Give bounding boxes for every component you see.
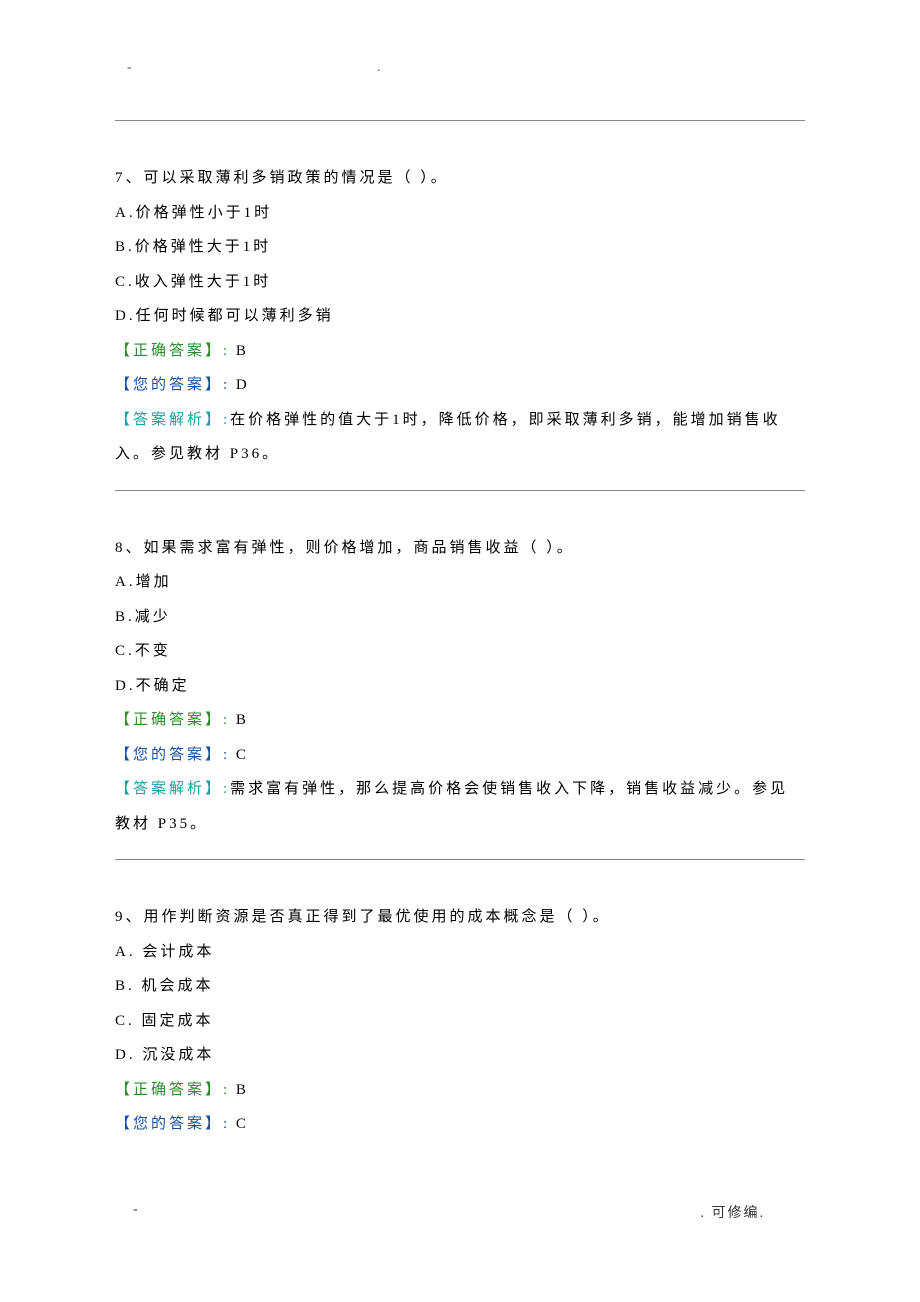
option-a: A.价格弹性小于1时 <box>115 196 805 231</box>
question-text: 用作判断资源是否真正得到了最优使用的成本概念是（ ）。 <box>144 909 611 925</box>
option-d: D.不确定 <box>115 669 805 704</box>
your-answer-label: 【您的答案】: <box>115 377 230 393</box>
analysis-line: 【答案解析】:在价格弹性的值大于1时，降低价格，即采取薄利多销，能增加销售收入。… <box>115 403 805 472</box>
question-block: 8、如果需求富有弹性，则价格增加，商品销售收益（ ）。 A.增加 B.减少 C.… <box>115 531 805 842</box>
your-answer-value: C <box>230 1116 248 1132</box>
question-stem: 7、可以采取薄利多销政策的情况是（ ）。 <box>115 161 805 196</box>
correct-answer-label: 【正确答案】: <box>115 343 230 359</box>
your-answer-value: D <box>230 377 249 393</box>
correct-answer-label: 【正确答案】: <box>115 1082 230 1098</box>
question-block: 9、用作判断资源是否真正得到了最优使用的成本概念是（ ）。 A. 会计成本 B.… <box>115 900 805 1142</box>
top-dash-mark: - <box>127 60 132 76</box>
option-b: B.价格弹性大于1时 <box>115 230 805 265</box>
option-d: D. 沉没成本 <box>115 1038 805 1073</box>
question-number: 8、 <box>115 540 144 556</box>
option-a: A. 会计成本 <box>115 935 805 970</box>
document-page: - . 7、可以采取薄利多销政策的情况是（ ）。 A.价格弹性小于1时 B.价格… <box>0 0 920 1266</box>
top-dot-mark: . <box>377 60 381 76</box>
your-answer-line: 【您的答案】: C <box>115 738 805 773</box>
footer-dash-mark: - <box>133 1202 138 1218</box>
analysis-line: 【答案解析】:需求富有弹性，那么提高价格会使销售收入下降，销售收益减少。参见教材… <box>115 772 805 841</box>
analysis-label: 【答案解析】: <box>115 781 230 797</box>
correct-answer-value: B <box>230 712 248 728</box>
your-answer-value: C <box>230 747 248 763</box>
page-footer: - . 可修编. <box>115 1202 805 1226</box>
question-block: 7、可以采取薄利多销政策的情况是（ ）。 A.价格弹性小于1时 B.价格弹性大于… <box>115 161 805 472</box>
correct-answer-line: 【正确答案】: B <box>115 1073 805 1108</box>
top-marks: - . <box>115 60 805 80</box>
question-stem: 9、用作判断资源是否真正得到了最优使用的成本概念是（ ）。 <box>115 900 805 935</box>
option-c: C. 固定成本 <box>115 1004 805 1039</box>
option-c: C.收入弹性大于1时 <box>115 265 805 300</box>
footer-editable-text: . 可修编. <box>701 1202 766 1222</box>
correct-answer-value: B <box>230 343 248 359</box>
correct-answer-value: B <box>230 1082 248 1098</box>
option-b: B. 机会成本 <box>115 969 805 1004</box>
question-stem: 8、如果需求富有弹性，则价格增加，商品销售收益（ ）。 <box>115 531 805 566</box>
question-number: 7、 <box>115 170 144 186</box>
separator <box>115 120 805 121</box>
question-text: 可以采取薄利多销政策的情况是（ ）。 <box>144 170 449 186</box>
correct-answer-line: 【正确答案】: B <box>115 334 805 369</box>
option-b: B.减少 <box>115 600 805 635</box>
analysis-label: 【答案解析】: <box>115 412 230 428</box>
option-d: D.任何时候都可以薄利多销 <box>115 299 805 334</box>
your-answer-line: 【您的答案】: D <box>115 368 805 403</box>
separator <box>115 490 805 491</box>
question-number: 9、 <box>115 909 144 925</box>
your-answer-label: 【您的答案】: <box>115 747 230 763</box>
separator <box>115 859 805 860</box>
question-text: 如果需求富有弹性，则价格增加，商品销售收益（ ）。 <box>144 540 575 556</box>
your-answer-line: 【您的答案】: C <box>115 1107 805 1142</box>
option-c: C.不变 <box>115 634 805 669</box>
your-answer-label: 【您的答案】: <box>115 1116 230 1132</box>
correct-answer-label: 【正确答案】: <box>115 712 230 728</box>
correct-answer-line: 【正确答案】: B <box>115 703 805 738</box>
option-a: A.增加 <box>115 565 805 600</box>
